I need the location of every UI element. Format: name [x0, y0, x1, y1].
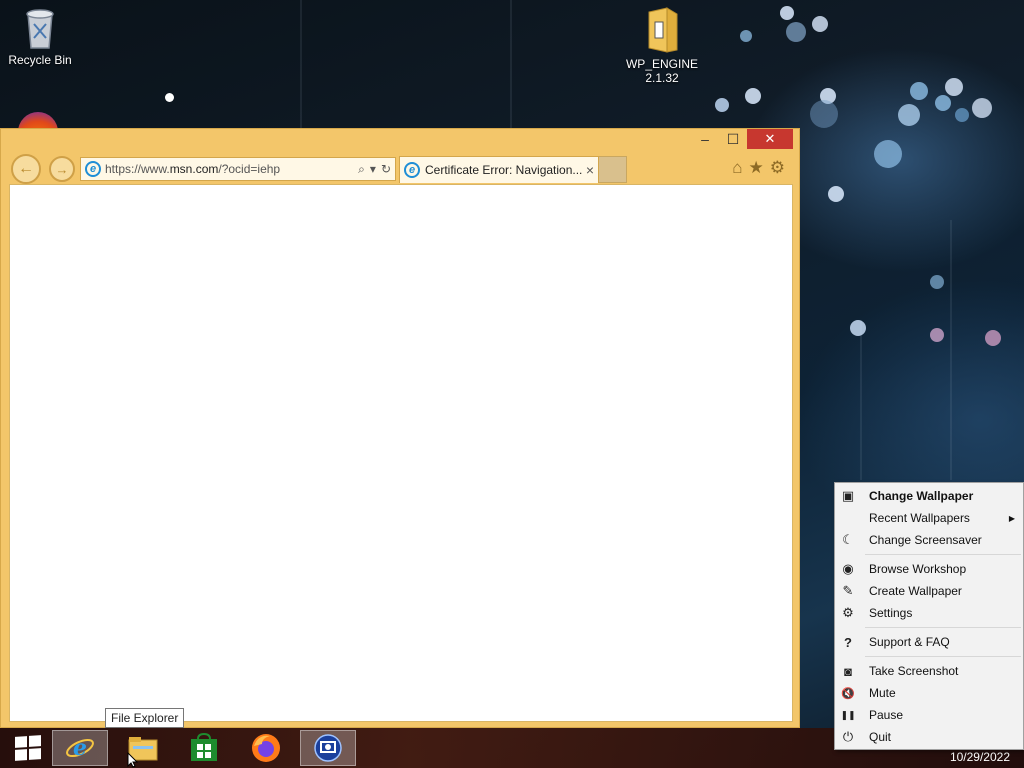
steam-icon: ◉ — [842, 561, 854, 576]
menu-item-mute[interactable]: 🔇 Mute — [835, 682, 1023, 704]
power-icon: ⏻ — [842, 729, 854, 744]
home-icon[interactable]: ⌂ — [732, 158, 742, 178]
menu-item-pause[interactable]: ❚❚ Pause — [835, 704, 1023, 726]
recycle-bin-desktop-icon[interactable]: Recycle Bin — [0, 6, 80, 67]
menu-item-quit[interactable]: ⏻ Quit — [835, 726, 1023, 748]
start-button[interactable] — [0, 730, 56, 766]
taskbar-store[interactable] — [176, 730, 232, 766]
menu-item-take-screenshot[interactable]: ◙ Take Screenshot — [835, 660, 1023, 682]
gear-icon: ⚙ — [842, 605, 854, 620]
menu-item-support-faq[interactable]: ? Support & FAQ — [835, 631, 1023, 653]
taskbar-remote-desktop[interactable] — [300, 730, 356, 766]
menu-separator — [865, 656, 1021, 657]
search-icon[interactable]: ⌕ — [358, 162, 365, 177]
back-arrow-icon: ← — [18, 160, 34, 177]
menu-item-change-wallpaper[interactable]: ▣ Change Wallpaper — [835, 485, 1023, 507]
taskbar-file-explorer[interactable] — [115, 730, 171, 766]
taskbar-firefox[interactable] — [238, 730, 294, 766]
close-button[interactable]: ✕ — [747, 129, 793, 149]
magic-wand-icon: ✎ — [842, 583, 854, 598]
page-content[interactable] — [9, 184, 793, 722]
remote-desktop-icon — [314, 734, 342, 762]
wp-engine-label-line2: 2.1.32 — [645, 71, 679, 85]
menu-item-recent-wallpapers[interactable]: Recent Wallpapers ▶ — [835, 507, 1023, 529]
svg-text:e: e — [73, 735, 87, 761]
forward-arrow-icon: → — [55, 161, 69, 177]
image-icon: ▣ — [841, 488, 855, 503]
menu-separator — [865, 627, 1021, 628]
tab-favicon-icon: e — [404, 162, 420, 178]
camera-icon: ◙ — [844, 663, 852, 679]
address-bar[interactable]: e https://www.msn.com/?ocid=iehp ⌕ ▾ ↻ — [80, 157, 396, 181]
tab-title: Certificate Error: Navigation... — [425, 163, 583, 177]
menu-item-create-wallpaper[interactable]: ✎ Create Wallpaper — [835, 580, 1023, 602]
submenu-arrow-icon: ▶ — [1008, 513, 1015, 523]
mute-icon: 🔇 — [841, 687, 855, 700]
forward-button[interactable]: → — [49, 156, 75, 182]
window-controls: – ☐ ✕ — [691, 129, 793, 149]
maximize-button[interactable]: ☐ — [719, 129, 747, 149]
internet-explorer-icon: e — [66, 735, 94, 761]
menu-separator — [865, 554, 1021, 555]
internet-explorer-icon: e — [85, 161, 101, 177]
menu-item-change-screensaver[interactable]: ☾ Change Screensaver — [835, 529, 1023, 551]
moon-icon: ☾ — [842, 532, 854, 547]
recycle-bin-icon — [26, 9, 54, 49]
tab-certificate-error[interactable]: e Certificate Error: Navigation... × — [399, 156, 599, 183]
folder-icon — [648, 7, 678, 53]
file-explorer-tooltip: File Explorer — [105, 708, 185, 728]
address-url[interactable]: https://www.msn.com/?ocid=iehp — [105, 162, 353, 176]
pause-icon: ❚❚ — [840, 709, 856, 720]
wp-engine-label-line1: WP_ENGINE — [625, 57, 698, 71]
taskbar-internet-explorer[interactable]: e — [52, 730, 108, 766]
refresh-icon[interactable]: ↻ — [381, 162, 391, 176]
favorites-star-icon[interactable]: ★ — [749, 158, 764, 178]
menu-item-settings[interactable]: ⚙ Settings — [835, 602, 1023, 624]
new-tab-button[interactable] — [599, 156, 627, 183]
back-button[interactable]: ← — [11, 154, 41, 184]
firefox-icon — [252, 734, 280, 762]
windows-logo-icon — [15, 735, 41, 761]
tab-close-icon[interactable]: × — [586, 162, 594, 178]
minimize-button[interactable]: – — [691, 129, 719, 149]
browser-toolbar: ⌂ ★ ⚙ — [732, 158, 785, 178]
wp-engine-folder-desktop-icon[interactable]: WP_ENGINE 2.1.32 — [622, 6, 702, 85]
store-icon — [191, 733, 217, 761]
wallpaper-engine-context-menu: ▣ Change Wallpaper Recent Wallpapers ▶ ☾… — [834, 482, 1024, 750]
internet-explorer-window[interactable]: – ☐ ✕ ← → e https://www.msn.com/?ocid=ie… — [0, 128, 800, 728]
hidden-desktop-icon[interactable] — [18, 112, 62, 128]
question-icon: ? — [844, 634, 852, 650]
mouse-cursor-icon — [127, 752, 139, 768]
dropdown-arrow-icon[interactable]: ▾ — [370, 162, 376, 176]
taskbar-clock-date[interactable]: 10/29/2022 — [950, 750, 1010, 764]
menu-item-browse-workshop[interactable]: ◉ Browse Workshop — [835, 558, 1023, 580]
recycle-bin-label: Recycle Bin — [8, 53, 72, 67]
settings-gear-icon[interactable]: ⚙ — [770, 158, 785, 178]
